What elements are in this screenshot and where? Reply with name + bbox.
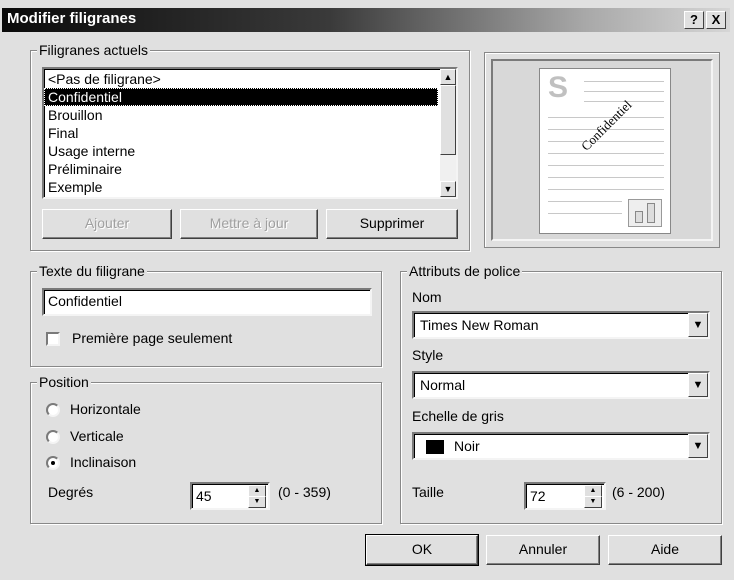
first-page-only-checkbox[interactable] [46,332,60,346]
gray-swatch [426,440,444,454]
window-title: Modifier filigranes [7,10,137,27]
font-size-value: 72 [530,488,546,504]
degrees-spin-buttons[interactable]: ▲ ▼ [248,485,266,509]
radio-slant[interactable] [46,456,60,470]
page-line [584,81,664,82]
list-item[interactable]: Final [44,124,438,142]
chart-icon [628,199,662,227]
page-line [548,153,664,154]
list-item[interactable]: Confidentiel [44,88,438,106]
delete-button[interactable]: Supprimer [326,209,458,239]
preview-frame: S Confidentiel [484,52,720,248]
page-line [584,91,664,92]
scroll-up-icon[interactable]: ▲ [440,69,456,85]
position-legend: Position [37,374,91,390]
watermark-listbox[interactable]: <Pas de filigrane> Confidentiel Brouillon F… [42,67,458,199]
degrees-spinbox[interactable]: 45 ▲ ▼ [190,482,270,510]
update-button[interactable]: Mettre à jour [180,209,318,239]
font-style-label: Style [412,347,444,363]
font-name-label: Nom [412,289,442,305]
grayscale-select[interactable]: Noir ▼ [412,432,710,460]
list-item[interactable]: <Pas de filigrane> [44,70,438,88]
font-size-label: Taille [412,484,444,500]
radio-horizontal-label[interactable]: Horizontale [70,401,141,417]
page-line [548,165,664,166]
add-button[interactable]: Ajouter [42,209,172,239]
radio-vertical[interactable] [46,430,60,444]
list-item[interactable]: Usage interne [44,142,438,160]
spin-down-icon[interactable]: ▼ [248,496,266,508]
size-spin-buttons[interactable]: ▲ ▼ [584,485,602,509]
listbox-scrollbar[interactable]: ▲ ▼ [440,69,456,197]
grayscale-label: Echelle de gris [412,408,504,424]
title-bar[interactable]: Modifier filigranes ? X [2,8,730,32]
page-line [548,141,664,142]
chevron-down-icon[interactable]: ▼ [688,434,708,458]
current-watermarks-legend: Filigranes actuels [37,42,150,58]
spin-down-icon[interactable]: ▼ [584,496,602,508]
page-line [548,177,664,178]
watermark-text-legend: Texte du filigrane [37,263,147,279]
preview-page-letter: S [548,71,569,104]
radio-horizontal[interactable] [46,403,60,417]
list-item[interactable]: Brouillon [44,106,438,124]
page-line [548,213,622,214]
chevron-down-icon[interactable]: ▼ [688,373,708,397]
radio-vertical-label[interactable]: Verticale [70,428,124,444]
font-style-select[interactable]: Normal ▼ [412,371,710,399]
degrees-range: (0 - 359) [278,484,331,500]
scroll-thumb[interactable] [440,85,456,155]
preview-area: S Confidentiel [491,59,713,241]
preview-watermark-text: Confidentiel [578,97,635,154]
font-size-range: (6 - 200) [612,484,665,500]
page-line [548,201,622,202]
cancel-button[interactable]: Annuler [486,535,600,565]
watermark-text-group: Texte du filigrane [30,263,382,367]
help-button[interactable]: Aide [608,535,722,565]
degrees-value: 45 [196,488,212,504]
ok-button[interactable]: OK [365,534,479,566]
list-item[interactable]: Exemple [44,178,438,196]
grayscale-value: Noir [454,438,480,454]
modify-watermarks-dialog: Modifier filigranes ? X Filigranes actue… [0,0,734,580]
watermark-text-input[interactable]: Confidentiel [42,288,372,316]
font-attributes-legend: Attributs de police [407,263,523,279]
scroll-down-icon[interactable]: ▼ [440,181,456,197]
font-name-value: Times New Roman [420,317,539,333]
radio-slant-label[interactable]: Inclinaison [70,454,136,470]
help-icon[interactable]: ? [684,11,704,29]
page-line [548,189,664,190]
font-style-value: Normal [420,377,466,393]
list-item[interactable]: Préliminaire [44,160,438,178]
font-name-select[interactable]: Times New Roman ▼ [412,311,710,339]
watermark-text-value: Confidentiel [48,293,122,309]
close-icon[interactable]: X [706,11,726,29]
degrees-label: Degrés [48,484,94,500]
first-page-only-label[interactable]: Première page seulement [72,330,232,346]
font-size-spinbox[interactable]: 72 ▲ ▼ [524,482,606,510]
chevron-down-icon[interactable]: ▼ [688,313,708,337]
preview-page: S Confidentiel [539,68,671,234]
